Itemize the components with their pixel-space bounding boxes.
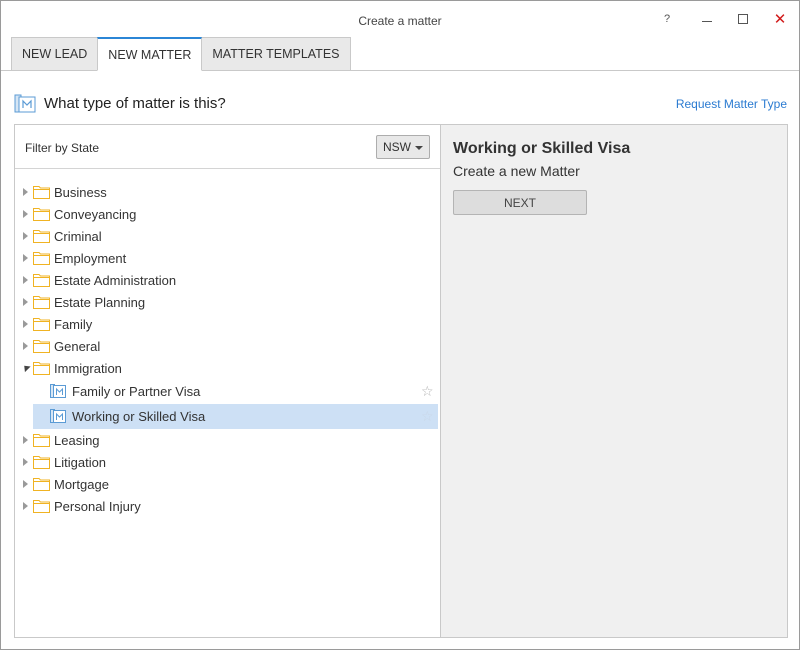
tree-item-label: Immigration — [54, 361, 122, 376]
expand-arrow-icon[interactable] — [23, 502, 28, 510]
folder-icon — [33, 455, 50, 469]
expand-arrow-icon[interactable] — [23, 480, 28, 488]
tree-item-label: Employment — [54, 251, 127, 266]
page-question: What type of matter is this? — [44, 95, 226, 112]
matter-icon — [14, 94, 36, 113]
folder-icon — [33, 295, 50, 309]
tree-item-estate-administration[interactable]: Estate Administration — [15, 269, 440, 291]
help-button[interactable]: ? — [655, 9, 679, 29]
expand-arrow-icon[interactable] — [23, 342, 28, 350]
state-value: NSW — [383, 140, 411, 154]
matter-icon — [50, 409, 66, 423]
tree-item-label: Conveyancing — [54, 207, 137, 222]
tree-item-label: Family — [54, 317, 93, 332]
next-button[interactable]: NEXT — [453, 190, 587, 215]
tab-matter-templates[interactable]: MATTER TEMPLATES — [201, 37, 351, 71]
expand-arrow-icon[interactable] — [23, 276, 28, 284]
tab-bar: NEW LEAD NEW MATTER MATTER TEMPLATES — [11, 37, 351, 71]
tree-item-business[interactable]: Business — [15, 181, 440, 203]
filter-bar: Filter by State NSW — [15, 125, 440, 169]
folder-icon — [33, 185, 50, 199]
tree-item-label: Working or Skilled Visa — [72, 409, 206, 424]
star-icon[interactable]: ☆ — [421, 408, 434, 425]
folder-icon — [33, 229, 50, 243]
folder-icon — [33, 273, 50, 287]
chevron-down-icon — [415, 146, 423, 150]
expand-arrow-icon[interactable] — [23, 320, 28, 328]
tree-item-label: Mortgage — [54, 477, 109, 492]
folder-icon — [33, 361, 50, 375]
expand-arrow-icon[interactable] — [23, 188, 28, 196]
tree-item-litigation[interactable]: Litigation — [15, 451, 440, 473]
folder-icon — [33, 477, 50, 491]
tree-item-label: Estate Planning — [54, 295, 146, 310]
folder-icon — [33, 207, 50, 221]
tree-item-label: Litigation — [54, 455, 107, 470]
matter-icon — [50, 384, 66, 398]
star-icon[interactable]: ☆ — [421, 383, 434, 400]
create-matter-window: Create a matter ? ✕ NEW LEAD NEW MATTER … — [0, 0, 800, 650]
maximize-button[interactable] — [731, 9, 755, 29]
detail-title: Working or Skilled Visa — [453, 140, 631, 157]
tree-item-label: Business — [54, 185, 107, 200]
tree-item-immigration[interactable]: Immigration — [15, 357, 440, 379]
detail-subtitle: Create a new Matter — [453, 163, 580, 179]
expand-arrow-icon[interactable] — [23, 232, 28, 240]
tab-new-lead[interactable]: NEW LEAD — [11, 37, 99, 71]
tree-item-family[interactable]: Family — [15, 313, 440, 335]
expand-arrow-icon[interactable] — [23, 210, 28, 218]
matter-type-panel: Filter by State NSW Business Conveyancing… — [14, 124, 441, 638]
expand-arrow-icon[interactable] — [23, 254, 28, 262]
close-button[interactable]: ✕ — [768, 9, 792, 29]
tree-item-label: Personal Injury — [54, 499, 141, 514]
tree-item-employment[interactable]: Employment — [15, 247, 440, 269]
tree-item-label: Estate Administration — [54, 273, 177, 288]
tree-item-mortgage[interactable]: Mortgage — [15, 473, 440, 495]
matter-detail-panel: Working or Skilled Visa Create a new Mat… — [440, 124, 788, 638]
folder-icon — [33, 317, 50, 331]
tree-item-leasing[interactable]: Leasing — [15, 429, 440, 451]
title-bar: Create a matter ? ✕ — [1, 1, 799, 37]
minimize-button[interactable] — [695, 9, 719, 29]
expand-arrow-icon[interactable] — [23, 298, 28, 306]
folder-icon — [33, 251, 50, 265]
tree-item-label: Leasing — [54, 433, 100, 448]
tree-item-working-or-skilled-visa[interactable]: Working or Skilled Visa ☆ — [33, 404, 438, 429]
tree-item-label: Criminal — [54, 229, 102, 244]
tree-item-label: General — [54, 339, 101, 354]
request-matter-type-link[interactable]: Request Matter Type — [676, 97, 787, 111]
tree-item-label: Family or Partner Visa — [72, 384, 201, 399]
tree-item-family-or-partner-visa[interactable]: Family or Partner Visa ☆ — [15, 379, 440, 404]
folder-icon — [33, 433, 50, 447]
expand-arrow-icon[interactable] — [23, 458, 28, 466]
folder-icon — [33, 339, 50, 353]
collapse-arrow-icon[interactable] — [21, 362, 31, 373]
tree-item-general[interactable]: General — [15, 335, 440, 357]
state-dropdown[interactable]: NSW — [376, 135, 430, 159]
maximize-icon — [738, 14, 748, 24]
tree-item-personal-injury[interactable]: Personal Injury — [15, 495, 440, 517]
minimize-icon — [702, 20, 712, 22]
window-title: Create a matter — [358, 14, 442, 28]
filter-label: Filter by State — [25, 141, 100, 155]
tree-item-criminal[interactable]: Criminal — [15, 225, 440, 247]
tab-new-matter[interactable]: NEW MATTER — [97, 37, 203, 71]
folder-icon — [33, 499, 50, 513]
expand-arrow-icon[interactable] — [23, 436, 28, 444]
tree-item-conveyancing[interactable]: Conveyancing — [15, 203, 440, 225]
matter-type-tree: Business Conveyancing Criminal Employment Es… — [15, 181, 440, 517]
tree-item-estate-planning[interactable]: Estate Planning — [15, 291, 440, 313]
